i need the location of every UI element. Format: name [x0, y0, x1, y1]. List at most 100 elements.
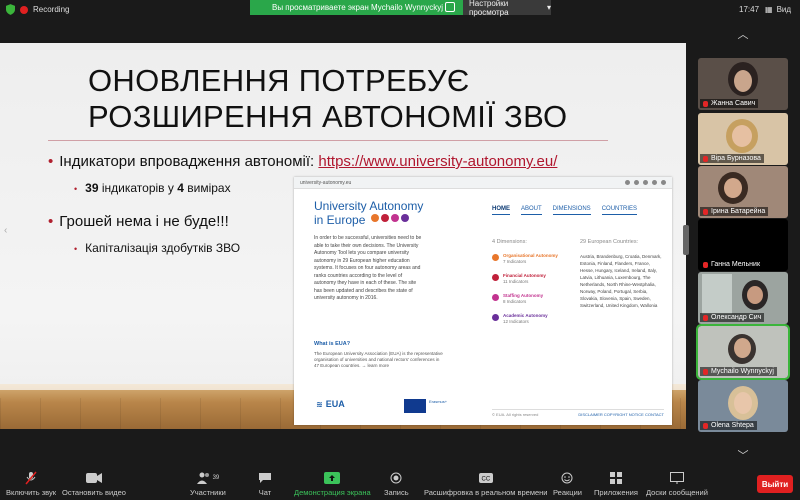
nav-about: ABOUT [521, 206, 542, 215]
eu-flag-icon [404, 399, 426, 413]
title-divider [48, 140, 608, 141]
mic-muted-icon [703, 314, 708, 321]
website-screenshot: university-autonomy.eu University Autono… [294, 177, 672, 425]
nav-home: HOME [492, 206, 510, 215]
participants-count: 39 [212, 475, 220, 481]
whiteboard-label: Доски сообщений [646, 488, 708, 497]
participant-tile[interactable]: Віра Бурназова [698, 113, 788, 165]
view-button[interactable]: ▦ Вид [765, 5, 791, 14]
dimension-indicators: 7 Indicators [503, 259, 527, 264]
sub-bullet-dot-icon: • [74, 244, 78, 254]
slide-title: ОНОВЛЕННЯ ПОТРЕБУЄ РОЗШИРЕННЯ АВТОНОМІЇ … [88, 63, 568, 134]
dimensions-heading: 4 Dimensions: [492, 239, 527, 245]
participant-tile-active-speaker[interactable]: Mychailo Wynnyckyj [696, 324, 790, 380]
sub-bullet-capitalisation: • Капіталізація здобутків ЗВО [74, 241, 240, 255]
dimension-count: 4 [177, 181, 184, 195]
dimension-dot-icon [492, 254, 499, 261]
scroll-down-icon[interactable]: ﹀ [686, 445, 800, 465]
nav-dimensions: DIMENSIONS [552, 206, 591, 215]
countries-list: Austria, Brandenburg, Croatia, Denmark, … [580, 254, 662, 308]
transcript-button[interactable]: CC Расшифровка в реальном времени [424, 470, 547, 497]
browser-icons [625, 180, 666, 185]
share-message: Вы просматриваете экран Mychailo Wynnyck… [250, 0, 463, 15]
dimension-item: Organisational Autonomy 7 Indicators [492, 253, 558, 265]
participant-tile[interactable]: Олександр Сич [698, 272, 788, 324]
record-label: Запись [384, 488, 409, 497]
share-screen-label: Демонстрация экрана [294, 488, 371, 497]
scroll-up-icon[interactable]: ︿ [686, 24, 800, 44]
chat-button[interactable]: Чат [258, 470, 272, 497]
what-heading: What is EUA? [314, 341, 351, 347]
share-screen-icon [445, 2, 455, 12]
apps-button[interactable]: Приложения [594, 470, 638, 497]
eua-label: EUA [325, 399, 345, 409]
countries-heading: 29 European Countries: [580, 239, 639, 245]
stop-video-button[interactable]: Остановить видео [62, 470, 126, 497]
share-screen-button[interactable]: Демонстрация экрана [294, 470, 371, 497]
participant-name: Ірина Батарейна [711, 208, 766, 215]
bullet-indicators: • Індикатори впровадження автономії: http… [48, 153, 557, 170]
footer-copyright: © EUA. All rights reserved [492, 412, 539, 417]
dimension-dot-icon [492, 294, 499, 301]
dimension-dots [371, 214, 409, 222]
dimension-item: Academic Autonomy 12 Indicators [492, 313, 548, 325]
shield-icon [6, 4, 15, 15]
stop-video-label: Остановить видео [62, 488, 126, 497]
unmute-button[interactable]: Включить звук [6, 470, 56, 497]
view-options-button[interactable]: Настройки просмотра ▾ [463, 0, 551, 17]
browser-address-bar: university-autonomy.eu [294, 177, 672, 189]
website-footer: © EUA. All rights reserved DISCLAIMER CO… [492, 409, 664, 417]
participant-tile[interactable]: Olena Shtepa [698, 380, 788, 432]
participant-name: Віра Бурназова [711, 155, 761, 162]
zoom-window: Recording Вы просматриваете экран Mychai… [0, 0, 800, 500]
sub-text: Капіталізація здобутків ЗВО [85, 241, 241, 255]
participant-name: Жанна Савич [711, 100, 756, 107]
autonomy-link[interactable]: https://www.university-autonomy.eu/ [318, 153, 557, 170]
screen-share-banner: Вы просматриваете экран Mychailo Wynnyck… [250, 0, 551, 17]
bullet-dot-icon: • [48, 153, 54, 170]
participant-name: Mychailo Wynnyckyj [711, 368, 774, 375]
participant-tile[interactable]: Ірина Батарейна [698, 166, 788, 218]
ua-logo: University Autonomy in Europe [314, 199, 423, 227]
bullet-text: Грошей нема і не буде!!! [59, 213, 229, 230]
participant-tile[interactable]: Ганна Мельник [698, 219, 788, 271]
logo-line-1: University Autonomy [314, 199, 424, 213]
dimension-dot-icon [492, 274, 499, 281]
pan-right-handle[interactable] [683, 225, 689, 255]
intro-text: In order to be successful, universities … [314, 235, 422, 301]
bullet-money: • Грошей нема і не буде!!! [48, 213, 229, 230]
recording-indicator[interactable]: Recording [6, 4, 69, 15]
participant-tile[interactable]: Жанна Савич [698, 58, 788, 110]
mic-muted-icon [703, 422, 708, 429]
bullet-text: Індикатори впровадження автономії: [59, 153, 315, 170]
record-icon [390, 470, 402, 486]
record-button[interactable]: Запись [384, 470, 409, 497]
mic-muted-icon [703, 261, 708, 268]
sub-text-a: індикаторів у [101, 181, 174, 195]
footer-links: DISCLAIMER COPYRIGHT NOTICE CONTACT [578, 412, 664, 417]
apps-icon [609, 470, 622, 486]
mic-muted-icon [703, 368, 708, 375]
participant-name: Ганна Мельник [711, 261, 760, 268]
reactions-label: Реакции [553, 488, 582, 497]
participants-button[interactable]: 39 Участники [190, 470, 226, 497]
reactions-button[interactable]: Реакции [553, 470, 582, 497]
indicator-count: 39 [85, 181, 99, 195]
participants-icon: 39 [196, 470, 220, 486]
share-screen-icon [324, 470, 341, 486]
dimension-indicators: 8 Indicators [503, 299, 527, 304]
pan-left-icon[interactable]: ‹ [4, 225, 10, 255]
sub-bullet-dot-icon: • [74, 184, 78, 194]
grid-icon: ▦ [765, 5, 773, 14]
transcript-label: Расшифровка в реальном времени [424, 488, 548, 497]
participant-name: Олександр Сич [711, 314, 762, 321]
leave-button[interactable]: Выйти [757, 475, 793, 493]
mic-muted-icon [703, 155, 708, 162]
meeting-toolbar: Включить звук Остановить видео 39 Участн… [0, 468, 800, 500]
whiteboard-button[interactable]: Доски сообщений [646, 470, 708, 497]
record-dot-icon [20, 5, 28, 14]
mic-muted-icon [703, 208, 708, 215]
eua-wave-icon: ≋ [316, 399, 323, 409]
share-message-text: Вы просматриваете экран Mychailo Wynnyck… [272, 3, 443, 12]
dimension-item: Financial Autonomy 11 Indicators [492, 273, 546, 285]
